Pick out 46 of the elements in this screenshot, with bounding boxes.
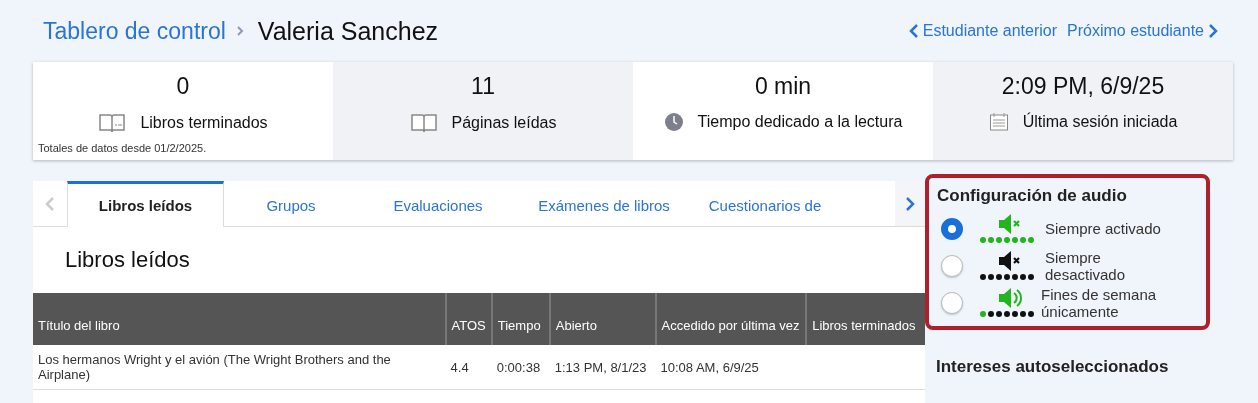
radio-button[interactable] (941, 254, 963, 277)
breadcrumb-link[interactable]: Tablero de control (43, 17, 226, 45)
column-header: Accedido por última vez (655, 293, 807, 345)
chevron-left-icon (45, 195, 55, 212)
table-cell: 0:00:38 (491, 345, 550, 390)
calendar-icon (988, 112, 1009, 132)
table-cell: 4.4 (445, 345, 492, 390)
book-icon (409, 112, 438, 134)
stat-value: 2:09 PM, 6/9/25 (1001, 73, 1165, 100)
option-label: Siempre activado (1045, 220, 1162, 237)
column-header: ATOS (445, 293, 492, 345)
option-label: Fines de semana únicamente (1041, 285, 1158, 320)
stat-label: Tiempo dedicado a la lectura (697, 113, 903, 131)
book-icon (98, 112, 127, 134)
chevron-right-icon (1208, 23, 1218, 39)
panel-title: Configuración de audio (937, 186, 1128, 206)
data-note: Totales de datos desde 01/2/2025. (38, 142, 207, 154)
next-student-link[interactable]: Próximo estudiante (1067, 22, 1218, 40)
chevron-right-icon (905, 195, 915, 212)
stat-value: 0 min (754, 73, 812, 100)
chevron-left-icon (908, 23, 919, 39)
speaker-muted-icon (979, 250, 1035, 281)
table-cell: 1:13 PM, 8/1/23 (549, 345, 656, 390)
radio-button[interactable] (941, 217, 963, 240)
previous-student-link[interactable]: Estudiante anterior (908, 22, 1058, 40)
section-heading: Intereses autoseleccionados (936, 357, 1170, 377)
section-title: Libros leídos (64, 246, 191, 274)
column-header: Libros terminados (806, 293, 925, 345)
page-title: Valeria Sanchez (257, 16, 439, 46)
stat-label: Páginas leídas (451, 114, 557, 132)
tab[interactable]: Libros leídos (67, 181, 224, 227)
clock-icon (663, 112, 684, 132)
stat-label: Libros terminados (140, 114, 268, 132)
stat-value: 11 (471, 73, 495, 100)
stat-value: 0 (176, 73, 190, 100)
column-header: Título del libro (33, 293, 446, 345)
chevron-icon (235, 25, 244, 37)
column-header: Tiempo (491, 293, 550, 345)
radio-button[interactable] (941, 291, 963, 314)
stat-label: Última sesión iniciada (1022, 113, 1178, 131)
column-header: Abierto (549, 293, 656, 345)
speaker-muted-icon (979, 213, 1035, 244)
option-label: Siempre desactivado (1045, 248, 1127, 283)
table-cell: Los hermanos Wright y el avión (The Wright Brothers and the Airplane) (33, 345, 446, 390)
table-cell: 10:08 AM, 6/9/25 (655, 345, 807, 390)
speaker-icon (979, 287, 1035, 318)
